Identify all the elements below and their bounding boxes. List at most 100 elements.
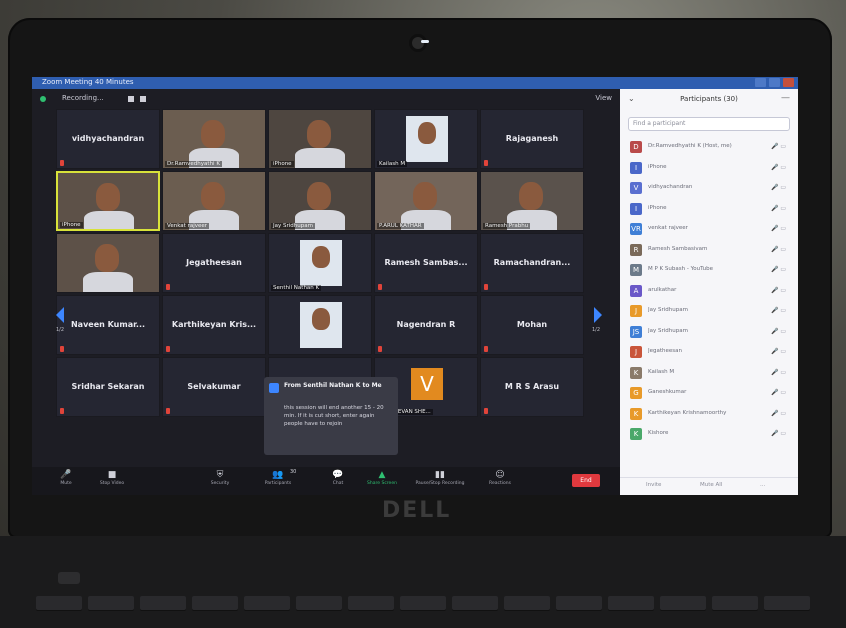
keyboard-key [140, 596, 186, 610]
participant-list-item[interactable]: R Ramesh Sambasivam 🎤 ▭ [620, 240, 798, 261]
recording-indicator: Recording... [62, 94, 104, 102]
participant-avatar: J [630, 346, 642, 358]
close-panel-icon[interactable]: — [781, 93, 790, 103]
security-button[interactable]: ⛨ Security [192, 469, 248, 493]
participant-tile[interactable]: Mohan [480, 295, 584, 355]
participant-list-item[interactable]: J Jegatheesan 🎤 ▭ [620, 342, 798, 363]
profile-photo [300, 302, 342, 348]
participant-tile[interactable]: Sridhar Sekaran [56, 357, 160, 417]
invite-button[interactable]: Invite [646, 482, 661, 488]
profile-face [312, 308, 330, 330]
keyboard-key [556, 596, 602, 610]
profile-face [418, 122, 436, 144]
participant-list-item[interactable]: J Jay Sridhupam 🎤 ▭ [620, 301, 798, 322]
participant-list-item[interactable]: VR venkat rajveer 🎤 ▭ [620, 219, 798, 240]
stop-recording-icon[interactable] [140, 96, 146, 102]
participant-tile[interactable]: M R S Arasu [480, 357, 584, 417]
minimize-button[interactable] [755, 78, 766, 87]
close-window-button[interactable] [783, 78, 794, 87]
participant-tile[interactable]: Ramesh Sambas... [374, 233, 478, 293]
participant-tile[interactable] [268, 295, 372, 355]
participant-list-item[interactable]: IiPhone 🎤 ▭ [620, 158, 798, 179]
participant-face [307, 182, 331, 210]
chat-sender: From Senthil Nathan K to Me [284, 382, 382, 389]
participant-tile[interactable]: iPhone [56, 171, 160, 231]
participant-list-name: iPhone [648, 163, 667, 170]
participant-name: Sridhar Sekaran [71, 382, 145, 391]
keyboard-key [764, 596, 810, 610]
participant-tile[interactable]: Rajaganesh [480, 109, 584, 169]
participant-list-item[interactable]: D Dr.Ramvedhyathi K (Host, me) 🎤 ▭ [620, 137, 798, 158]
participant-tile[interactable] [56, 233, 160, 293]
chat-notification[interactable]: From Senthil Nathan K to Me this session… [264, 377, 398, 455]
participant-tile[interactable]: Naveen Kumar... [56, 295, 160, 355]
next-page-arrow-icon[interactable] [592, 303, 602, 327]
laptop-screen: Zoom Meeting 40 Minutes Recording... Vie… [32, 77, 798, 495]
panel-title: Participants (30) [680, 95, 738, 103]
participant-list-item[interactable]: K Kailash M 🎤 ▭ [620, 363, 798, 384]
participant-list-item[interactable]: IiPhone 🎤 ▭ [620, 199, 798, 220]
participant-tile[interactable]: Jegatheesan [162, 233, 266, 293]
participant-list-item[interactable]: M M P K Subash - YouTube 🎤 ▭ [620, 260, 798, 281]
participant-body [83, 272, 133, 292]
participant-tile[interactable]: Nagendran R [374, 295, 478, 355]
share-screen-button[interactable]: ▲ Share Screen [354, 469, 410, 493]
participant-face [201, 120, 225, 148]
collapse-chevron-icon[interactable]: ⌄ [628, 94, 635, 103]
participant-tile[interactable]: iPhone [268, 109, 372, 169]
participant-list-name: Kailash M [648, 368, 675, 375]
participant-tile[interactable]: vidhyachandran [56, 109, 160, 169]
participant-list: D Dr.Ramvedhyathi K (Host, me) 🎤 ▭ IiPhone 🎤… [620, 137, 798, 445]
participant-face [95, 244, 119, 272]
participant-tile[interactable]: Dr.Ramvedhyathi K [162, 109, 266, 169]
muted-mic-icon [484, 346, 488, 352]
participant-search-input[interactable]: Find a participant [628, 117, 790, 131]
participant-tile[interactable]: Selvakumar [162, 357, 266, 417]
reactions-button[interactable]: ☺ Reactions [472, 469, 528, 493]
participant-tile[interactable]: Karthikeyan Kris... [162, 295, 266, 355]
participant-name: vidhyachandran [71, 134, 145, 143]
video-camera-icon: ■ [107, 470, 117, 480]
participant-tile[interactable]: P.ARUL KATHAR [374, 171, 478, 231]
end-meeting-button[interactable]: End [572, 474, 600, 487]
participant-tile[interactable]: Venkat rajveer [162, 171, 266, 231]
muted-mic-icon [166, 408, 170, 414]
mute-all-button[interactable]: Mute All [700, 482, 722, 488]
participant-avatar: K [630, 407, 642, 420]
view-button[interactable]: View [595, 94, 612, 102]
participants-panel: ⌄ Participants (30) — Find a participant… [620, 89, 798, 495]
participant-name: Dr.Ramvedhyathi K [165, 161, 222, 167]
participant-list-name: vidhyachandran [648, 184, 693, 190]
participant-tile[interactable]: Jay Sridhupam [268, 171, 372, 231]
participant-list-item[interactable]: JS Jay Sridhupam 🎤 ▭ [620, 322, 798, 343]
participants-count: 30 [290, 469, 297, 475]
participant-list-item[interactable]: K Kishore 🎤 ▭ [620, 424, 798, 445]
participants-button[interactable]: 👥 Participants 30 [250, 469, 306, 493]
participant-name: Senthil Nathan K [271, 285, 322, 291]
pause-stop-recording-button[interactable]: ▮▮ Pause/Stop Recording [412, 469, 468, 493]
keyboard-key [192, 596, 238, 610]
participant-name: P.ARUL KATHAR [377, 223, 424, 229]
pause-recording-icon[interactable] [128, 96, 134, 102]
previous-page-arrow-icon[interactable] [56, 303, 66, 327]
participant-list-item[interactable]: G Ganeshkumar 🎤 ▭ [620, 383, 798, 404]
participant-tile[interactable]: Senthil Nathan K [268, 233, 372, 293]
stop-video-button[interactable]: ■ Stop Video [84, 469, 140, 493]
keyboard-key [296, 596, 342, 610]
participant-tile[interactable]: Kailash M [374, 109, 478, 169]
participant-list-item[interactable]: K Karthikeyan Krishnamoorthy 🎤 ▭ [620, 404, 798, 425]
participant-tile[interactable]: Ramesh Prabhu [480, 171, 584, 231]
maximize-button[interactable] [769, 78, 780, 87]
smiley-icon: ☺ [495, 470, 505, 480]
mic-camera-icon: 🎤 ▭ [770, 184, 786, 191]
more-options-button[interactable]: ... [760, 482, 765, 488]
participant-tile[interactable]: Ramachandran... [480, 233, 584, 293]
participant-name: Kailash M [377, 161, 408, 167]
mic-camera-icon: 🎤 ▭ [770, 368, 786, 376]
mic-camera-icon: 🎤 ▭ [770, 307, 786, 314]
participant-list-item[interactable]: Aarulkathar 🎤 ▭ [620, 281, 798, 302]
mic-camera-icon: 🎤 ▭ [770, 286, 786, 294]
participant-list-item[interactable]: Vvidhyachandran 🎤 ▭ [620, 178, 798, 199]
participant-list-name: iPhone [648, 204, 667, 211]
shield-icon[interactable] [40, 96, 46, 102]
